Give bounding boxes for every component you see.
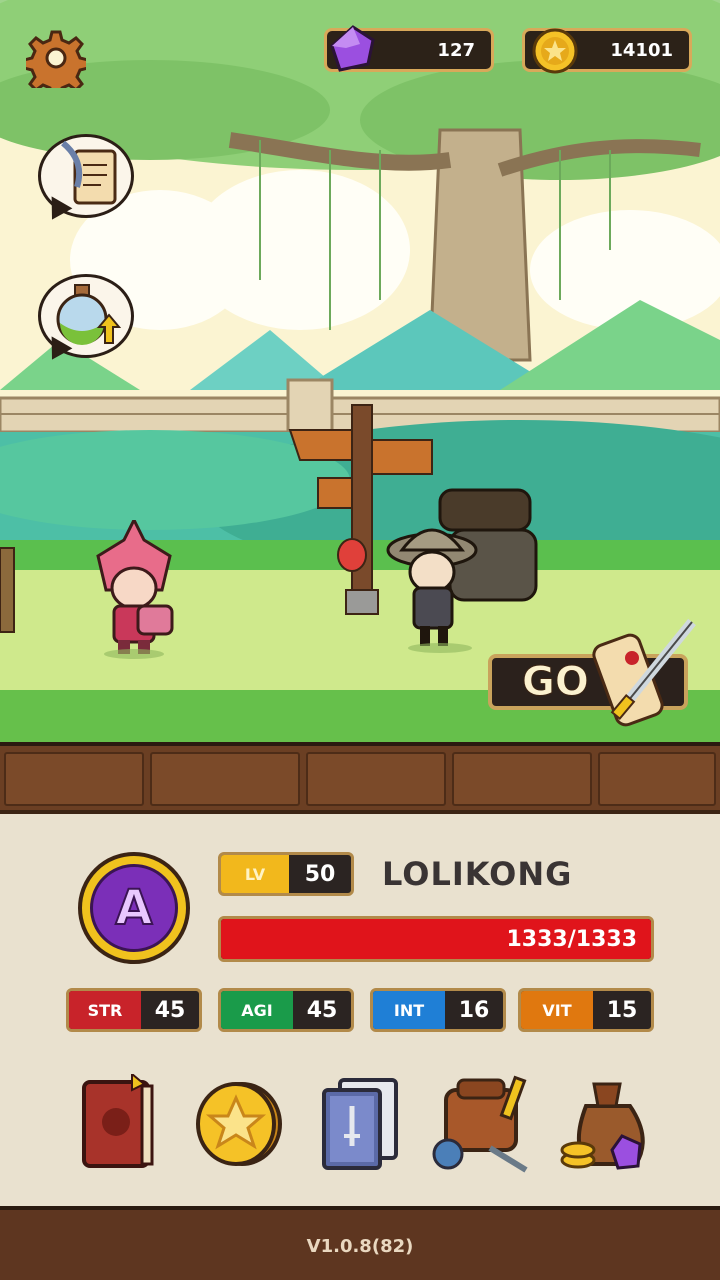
settings-button[interactable] (22, 28, 90, 98)
bottom-bar: V1.0.8(82) (0, 1206, 720, 1280)
stat-int-label: INT (373, 991, 445, 1029)
lv-label: LV (221, 855, 289, 893)
hero-name: LOLIKONG (382, 855, 573, 893)
book-icon (82, 1071, 154, 1168)
quest-scroll-icon (61, 141, 117, 205)
book-button[interactable] (76, 1071, 160, 1174)
merchant-character (386, 488, 538, 653)
gold-coin-icon (532, 28, 578, 74)
purple-gem-icon (330, 25, 375, 72)
rank-letter: A (114, 879, 153, 937)
level-value: 50 (304, 861, 336, 887)
star-coin-button[interactable] (194, 1078, 284, 1170)
stat-vit-label: VIT (521, 991, 593, 1029)
stat-agi-value: 45 (306, 997, 338, 1023)
star-coin-icon (196, 1082, 282, 1166)
potion-upgrade-icon (56, 284, 122, 345)
gear-icon (22, 30, 90, 98)
quest-button[interactable] (38, 134, 134, 218)
gem-count: 127 (437, 39, 475, 61)
inventory-button[interactable] (430, 1074, 534, 1178)
ground-plank (150, 752, 300, 806)
stat-vit: VIT 15 (518, 988, 654, 1032)
game-scene: 127 14101 GO (0, 0, 720, 745)
stat-agi-label: AGI (221, 991, 293, 1029)
sword-scroll-icon (592, 618, 696, 727)
inventory-bag-icon (432, 1075, 528, 1173)
ground-plank (452, 752, 592, 806)
stat-agi: AGI 45 (218, 988, 354, 1032)
ground-plank (306, 752, 446, 806)
cards-icon (322, 1078, 398, 1170)
version-label: V1.0.8(82) (306, 1236, 414, 1257)
ground-plank (598, 752, 716, 806)
treasure-bag-icon (560, 1082, 645, 1170)
heroine-character (96, 520, 174, 659)
hero-info-panel: A LV 50 LOLIKONG 1333/1333 STR 45 AGI 45… (0, 810, 720, 1210)
stat-int: INT 16 (370, 988, 506, 1032)
stat-int-value: 16 (458, 997, 490, 1023)
ground-plank (4, 752, 144, 806)
potion-button[interactable] (38, 274, 134, 358)
stat-str: STR 45 (66, 988, 202, 1032)
gold-counter[interactable]: 14101 (522, 28, 692, 74)
level-badge: LV 50 (218, 852, 354, 896)
stat-vit-value: 15 (606, 997, 638, 1023)
gold-count: 14101 (610, 39, 673, 61)
treasure-button[interactable] (560, 1078, 652, 1178)
hp-text: 1333/1333 (506, 927, 638, 952)
stat-str-label: STR (69, 991, 141, 1029)
hp-bar: 1333/1333 (218, 916, 654, 962)
stat-str-value: 45 (154, 997, 186, 1023)
rank-emblem[interactable]: A (78, 852, 190, 964)
gem-counter[interactable]: 127 (324, 25, 494, 72)
cards-button[interactable] (318, 1076, 402, 1174)
ground-strip (0, 742, 720, 814)
go-label: GO (522, 659, 590, 706)
